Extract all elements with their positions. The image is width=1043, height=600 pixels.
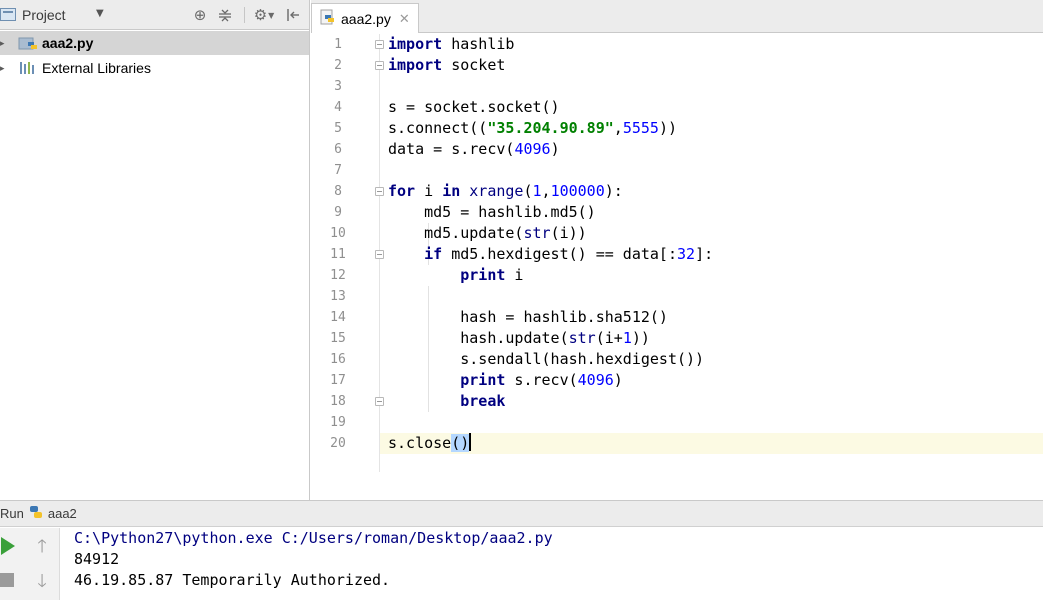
project-view-icon — [0, 8, 16, 21]
text-caret — [469, 433, 472, 451]
arrow-down-icon[interactable]: 🡓 — [32, 569, 52, 592]
line-number: 16 — [330, 352, 346, 367]
code-line-9: md5 = hashlib.md5() — [388, 203, 596, 221]
code-editor[interactable]: 1 2 3 4 5 6 7 8 9 10 11 12 13 14 15 16 1… — [311, 34, 1043, 472]
console-line: 84912 — [74, 550, 120, 568]
run-panel-title[interactable]: Run — [0, 506, 24, 521]
line-number: 12 — [330, 268, 346, 283]
line-number: 5 — [334, 121, 342, 136]
gear-icon[interactable]: ⚙ ▼ — [251, 6, 277, 24]
python-folder-icon — [18, 35, 40, 51]
toolbar-divider — [244, 7, 245, 23]
bracket-match-highlight: () — [451, 434, 470, 452]
run-side-toolbar: 🡑 🡓 — [0, 528, 60, 600]
line-number: 7 — [334, 163, 342, 178]
line-number: 6 — [334, 142, 342, 157]
code-line-10: md5.update(str(i)) — [388, 224, 587, 242]
tree-item-external-libraries[interactable]: ▸ External Libraries — [0, 56, 309, 80]
fold-marker-icon[interactable] — [375, 40, 384, 49]
line-number: 19 — [330, 415, 346, 430]
editor-tab-bar: aaa2.py ✕ — [311, 0, 1043, 33]
arrow-up-icon[interactable]: 🡑 — [32, 534, 52, 557]
line-number: 9 — [334, 205, 342, 220]
code-line-14: hash = hashlib.sha512() — [388, 308, 668, 326]
code-line-5: s.connect(("35.204.90.89",5555)) — [388, 119, 677, 137]
line-number: 11 — [330, 247, 346, 262]
code-line-12: print i — [460, 266, 524, 284]
python-file-icon — [320, 9, 336, 28]
hide-panel-icon[interactable] — [284, 6, 302, 24]
line-numbers: 1 2 3 4 5 6 7 8 9 10 11 12 13 14 15 16 1… — [311, 34, 365, 454]
run-config-label[interactable]: aaa2 — [48, 506, 77, 521]
python-icon — [28, 504, 44, 523]
code-line-1: import hashlib — [388, 35, 515, 53]
line-number: 3 — [334, 79, 342, 94]
expand-arrow-icon[interactable]: ▸ — [0, 63, 8, 74]
code-line-4: s = socket.socket() — [388, 98, 560, 116]
line-number: 1 — [334, 37, 342, 52]
editor-gutter: 1 2 3 4 5 6 7 8 9 10 11 12 13 14 15 16 1… — [311, 34, 380, 472]
close-icon[interactable]: ✕ — [399, 11, 410, 27]
rerun-button[interactable] — [0, 536, 20, 556]
line-number: 17 — [330, 373, 346, 388]
code-line-17: print s.recv(4096) — [460, 371, 623, 389]
line-number: 4 — [334, 100, 342, 115]
editor-tab-label: aaa2.py — [341, 10, 391, 27]
code-line-2: import socket — [388, 56, 506, 74]
project-view-title[interactable]: Project — [22, 7, 66, 23]
fold-marker-icon[interactable] — [375, 250, 384, 259]
console-line: C:\Python27\python.exe C:/Users/roman/De… — [74, 529, 553, 547]
chevron-down-icon[interactable]: ▼ — [96, 8, 104, 19]
code-line-20: s.close() — [388, 433, 472, 452]
code-line-15: hash.update(str(i+1)) — [388, 329, 650, 347]
tree-item-aaa2-py[interactable]: ▸ aaa2.py — [0, 31, 309, 55]
locate-file-icon[interactable]: ⊕ — [191, 6, 209, 24]
fold-marker-icon[interactable] — [375, 397, 384, 406]
library-icon — [18, 60, 40, 76]
code-line-16: s.sendall(hash.hexdigest()) — [388, 350, 705, 368]
code-line-6: data = s.recv(4096) — [388, 140, 560, 158]
code-area[interactable]: import hashlib import socket s = socket.… — [388, 34, 1043, 454]
console-output[interactable]: C:\Python27\python.exe C:/Users/roman/De… — [74, 528, 1043, 600]
tree-item-label: External Libraries — [42, 60, 151, 76]
line-number: 20 — [330, 436, 346, 451]
line-number: 8 — [334, 184, 342, 199]
editor-tab-aaa2-py[interactable]: aaa2.py ✕ — [311, 3, 419, 33]
line-number: 15 — [330, 331, 346, 346]
line-number: 14 — [330, 310, 346, 325]
code-line-18: break — [460, 392, 506, 410]
line-number: 13 — [330, 289, 346, 304]
stop-button[interactable] — [0, 571, 20, 591]
run-panel-header: Run aaa2 — [0, 500, 1043, 527]
project-panel: Project ▼ ⊕ ⚙ ▼ ▸ aaa2.py ▸ External Libr… — [0, 0, 310, 500]
expand-arrow-icon[interactable]: ▸ — [0, 38, 8, 49]
console-line: 46.19.85.87 Temporarily Authorized. — [74, 571, 391, 589]
line-number: 18 — [330, 394, 346, 409]
line-number: 10 — [330, 226, 346, 241]
fold-marker-icon[interactable] — [375, 187, 384, 196]
collapse-all-icon[interactable] — [216, 6, 234, 24]
line-number: 2 — [334, 58, 342, 73]
fold-marker-icon[interactable] — [375, 61, 384, 70]
code-line-11: if md5.hexdigest() == data[:32]: — [424, 245, 714, 263]
project-toolbar: Project ▼ ⊕ ⚙ ▼ — [0, 0, 309, 30]
tree-item-label: aaa2.py — [42, 35, 94, 51]
code-line-8: for i in xrange(1,100000): — [388, 182, 623, 200]
